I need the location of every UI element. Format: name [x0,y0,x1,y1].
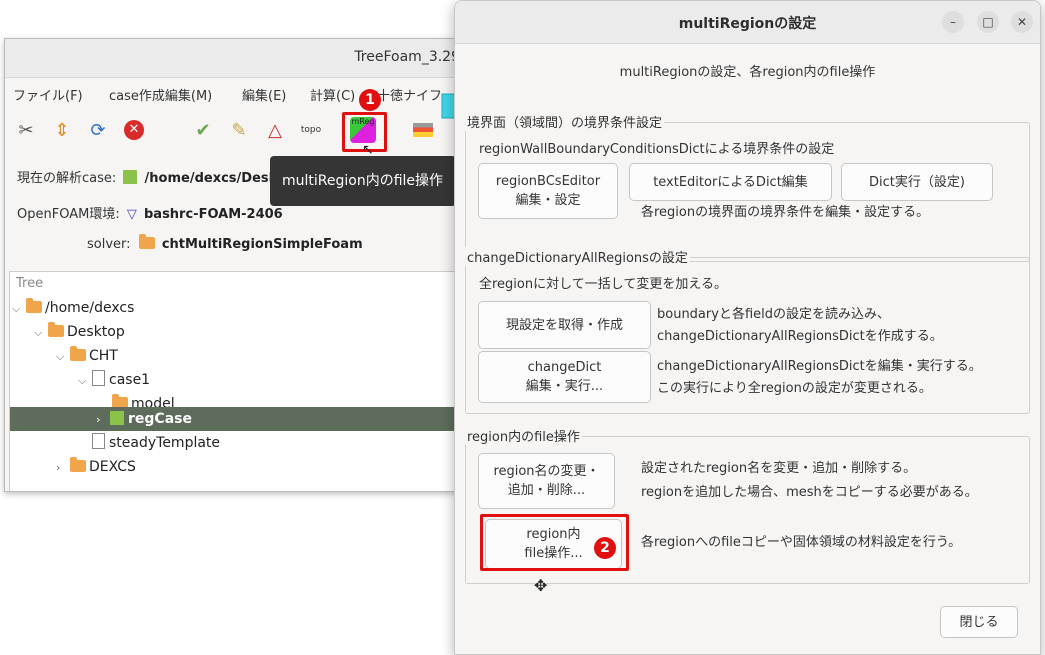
regionfile-desc1b: regionを追加した場合、meshをコピーする必要がある。 [641,485,978,500]
chevron-right-icon: › [96,413,101,426]
solver-icon [138,234,155,249]
region-rename-button[interactable]: region名の変更・ 追加・削除... [478,453,615,509]
section-boundary-label: 境界面（領域間）の境界条件設定 [465,112,665,131]
stop-icon[interactable]: ✕ [121,117,147,143]
folder-icon [26,298,42,313]
move-cursor-icon: ✥ [534,576,548,595]
triangle-icon[interactable]: △ [262,117,288,143]
section-regionfile-label: region内のfile操作 [465,426,582,445]
changedict-desc2a: changeDictionaryAllRegionsDictを編集・実行する。 [657,359,982,374]
close-icon[interactable]: ✕ [1011,11,1033,33]
tree-node-label: /home/dexcs [45,300,135,316]
maximize-icon[interactable]: □ [977,11,999,33]
file-icon [92,370,105,386]
tree-node-label: DEXCS [89,459,136,475]
regionbcs-editor-button[interactable]: regionBCsEditor 編集・設定 [478,163,618,219]
tools-icon[interactable]: ✂ [13,117,39,143]
flag-icon[interactable] [410,117,436,143]
tree-node[interactable]: ⌵ CHT [56,344,118,368]
tree-header: Tree [16,276,44,291]
tooltip: multiRegion内のfile操作 [270,156,456,206]
tree-node[interactable]: › DEXCS [56,455,136,479]
get-current-settings-button[interactable]: 現設定を取得・作成 [478,301,651,349]
topo-icon[interactable]: topo [298,117,324,143]
dict-run-button[interactable]: Dict実行（設定) [841,163,993,201]
regionfile-desc1a: 設定されたregion名を変更・追加・削除する。 [641,461,917,476]
changedict-desc2b: この実行により全regionの設定が変更される。 [657,381,932,396]
chevron-down-icon: ⌵ [12,302,21,315]
section-boundary-desc: 各regionの境界面の境界条件を編集・設定する。 [641,205,930,220]
tree-node[interactable]: ⌵ /home/dexcs [12,296,134,320]
text-editor-dict-button[interactable]: textEditorによるDict編集 [629,163,832,201]
menu-tools[interactable]: 十徳ナイフ [377,85,442,104]
case-label: 現在の解析case: [17,171,117,186]
updown-icon[interactable]: ⇕ [49,117,75,143]
changedict-edit-run-button[interactable]: changeDict 編集・実行... [478,351,651,403]
minimize-icon[interactable]: – [942,11,964,33]
menu-case-edit[interactable]: case作成編集(M) [109,85,212,104]
dialog-title-bar: multiRegionの設定 – □ ✕ [455,1,1040,44]
tree-node-label: regCase [128,411,192,427]
changedict-desc1a: boundaryと各fieldの設定を読み込み、 [657,307,890,322]
badge-two: 2 [594,537,616,559]
case-icon [110,411,124,425]
menu-bar: ファイル(F) case作成編集(M) 編集(E) 計算(C) 十徳ナイフ [5,79,460,107]
title-bar: TreeFoam_3.29 [5,39,460,78]
chevron-right-icon: › [56,461,61,474]
close-button[interactable]: 閉じる [940,606,1018,638]
section-changedict-label: changeDictionaryAllRegionsの設定 [465,247,690,266]
window-title: TreeFoam_3.29 [354,49,460,65]
env-value: bashrc-FOAM-2406 [143,207,283,222]
menu-calc[interactable]: 計算(C) [310,85,355,104]
refresh-icon[interactable]: ⟳ [85,117,111,143]
case-icon [123,170,138,184]
tree-node-label: Desktop [67,324,125,340]
chevron-down-icon: ⌵ [78,374,87,387]
checklist-icon[interactable]: ✔ [190,117,216,143]
tree-selection [10,407,460,431]
section-changedict-caption: 全regionに対して一括して変更を加える。 [479,277,727,292]
tree-node[interactable]: ⌵ Desktop [34,320,125,344]
toolbar: ✂ ⇕ ⟳ ✕ ✔ ✎ △ topo mReg [5,109,460,153]
chevron-down-icon: ⌵ [34,326,43,339]
folder-icon [48,322,64,337]
env-row: OpenFOAM環境: ▽ bashrc-FOAM-2406 [17,203,283,222]
file-icon [92,433,105,449]
tree-node-label: CHT [89,348,118,364]
folder-icon [70,457,86,472]
treefoam-window: TreeFoam_3.29 ファイル(F) case作成編集(M) 編集(E) … [4,38,461,492]
tree-node-selected[interactable]: › regCase [96,407,192,431]
chevron-down-icon: ⌵ [56,350,65,363]
tree-node-label: case1 [109,372,151,388]
triangle-down-icon: ▽ [126,207,137,222]
menu-file[interactable]: ファイル(F) [13,85,83,104]
tree-view[interactable]: Tree ⌵/home/dexcs ⌵ Desktop ⌵ CHT ⌵ case1 m… [9,271,460,491]
solver-row: solver: chtMultiRegionSimpleFoam [87,234,363,252]
dialog-subtitle: multiRegionの設定、各region内のfile操作 [619,65,876,80]
solver-value: chtMultiRegionSimpleFoam [161,237,363,252]
section-boundary-caption: regionWallBoundaryConditionsDictによる境界条件の… [479,142,835,157]
tree-node[interactable]: ⌵ case1 [78,368,150,392]
folder-icon [70,346,86,361]
regionfile-desc2: 各regionへのfileコピーや固体領域の材料設定を行う。 [641,535,962,550]
tree-node-label: steadyTemplate [109,435,221,451]
edit-doc-icon[interactable]: ✎ [226,117,252,143]
tree-node[interactable]: steadyTemplate [92,431,220,455]
menu-edit[interactable]: 編集(E) [242,85,286,104]
badge-one: 1 [359,89,381,111]
changedict-desc1b: changeDictionaryAllRegionsDictを作成する。 [657,329,943,344]
solver-label: solver: [87,237,131,252]
env-label: OpenFOAM環境: [17,207,120,222]
